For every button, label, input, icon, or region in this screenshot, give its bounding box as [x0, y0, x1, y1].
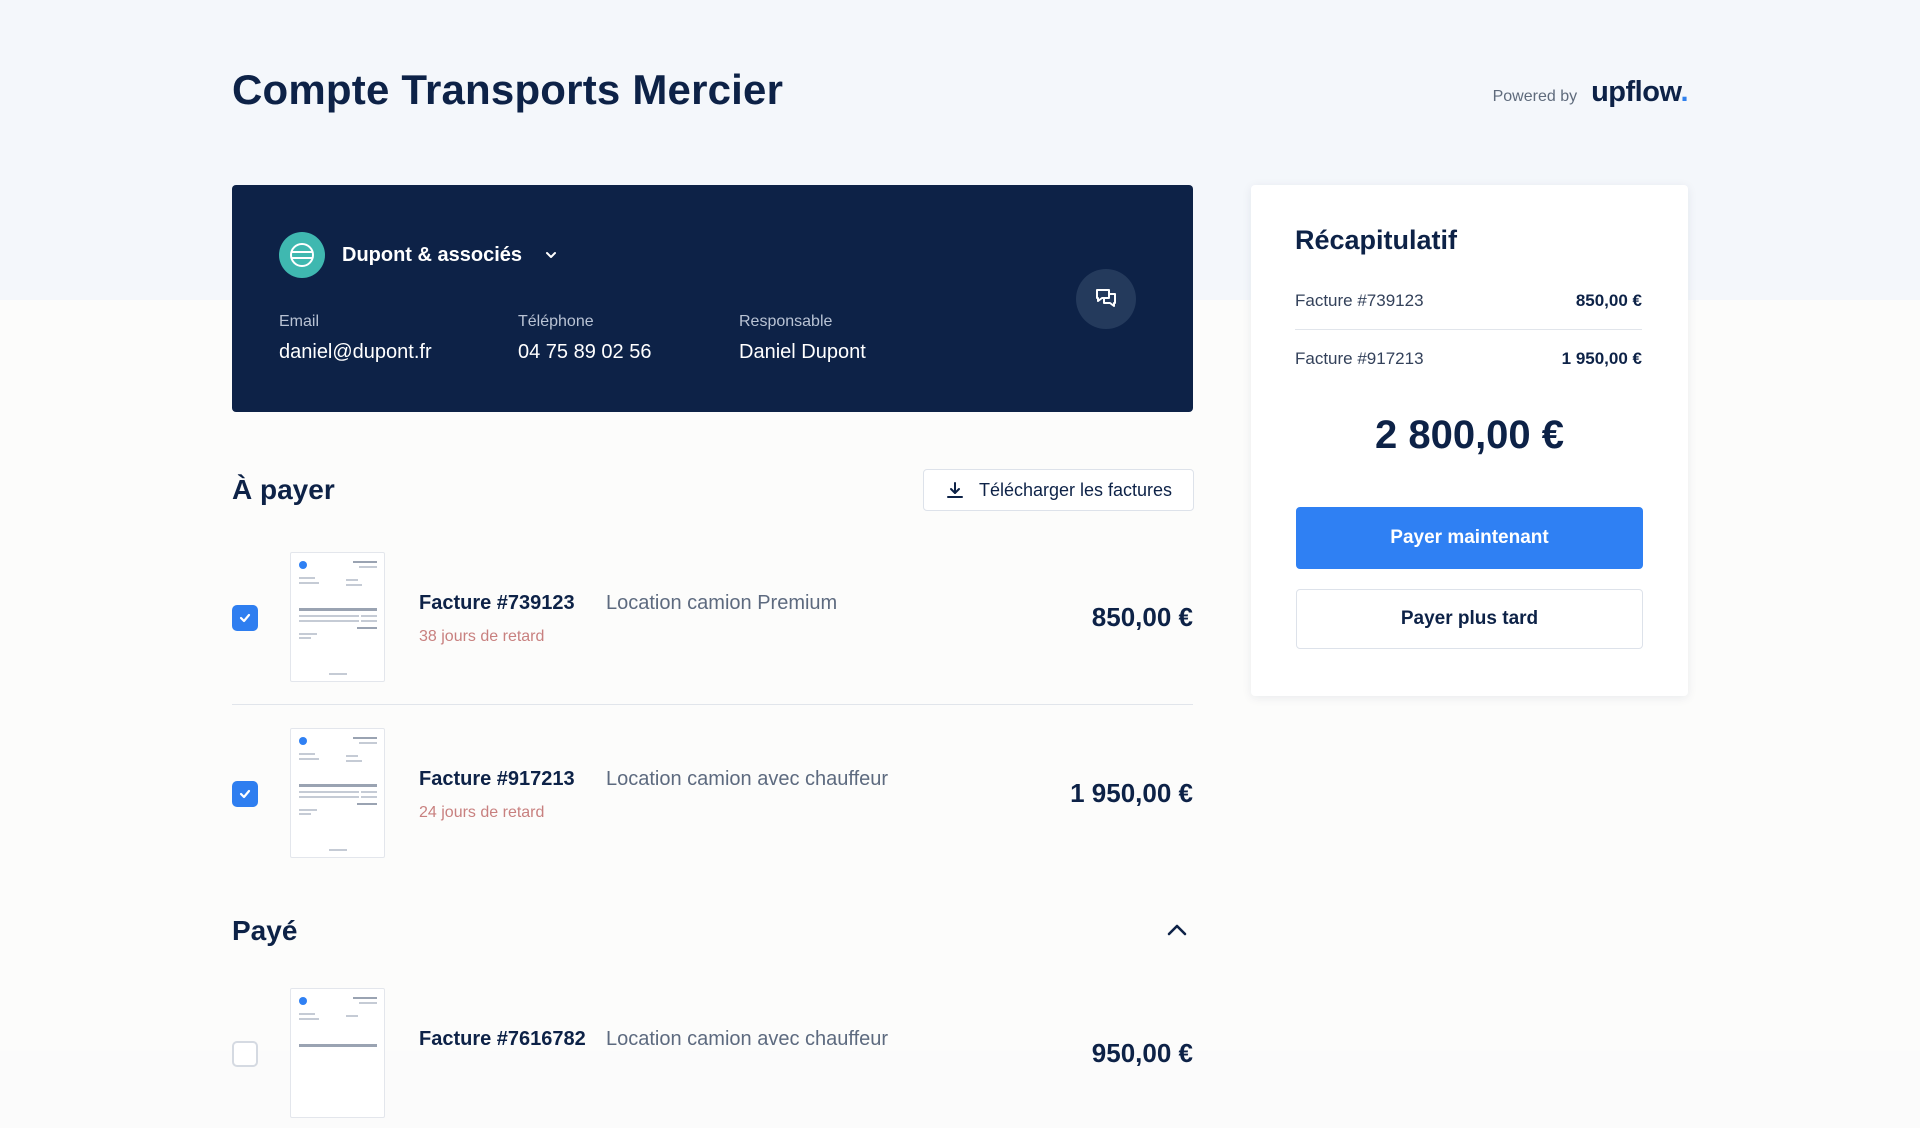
contact-manager: Responsable Daniel Dupont	[739, 313, 866, 364]
invoice-thumbnail[interactable]	[290, 728, 385, 858]
contact-label: Responsable	[739, 313, 833, 330]
summary-line-amount: 1 950,00 €	[1561, 349, 1642, 368]
summary-line-amount: 850,00 €	[1575, 291, 1642, 310]
chat-bubbles-icon	[1096, 289, 1116, 307]
page-title: Compte Transports Mercier	[232, 66, 784, 113]
upflow-logo[interactable]: upflow.	[1591, 76, 1688, 109]
invoice-thumbnail[interactable]	[290, 988, 385, 1118]
pay-now-button[interactable]: Payer maintenant	[1296, 507, 1643, 569]
invoice-row[interactable]: Facture #7616782 Location camion avec ch…	[232, 988, 1193, 1128]
contact-value: Daniel Dupont	[739, 341, 866, 363]
pay-later-button[interactable]: Payer plus tard	[1296, 589, 1643, 649]
invoice-late-status: 38 jours de retard	[419, 628, 545, 645]
invoice-document-icon	[299, 561, 377, 675]
contact-label: Téléphone	[518, 313, 594, 330]
invoice-document-icon	[299, 737, 377, 851]
download-icon	[946, 482, 963, 498]
invoice-amount: 950,00 €	[1091, 1038, 1193, 1068]
collapse-paid-button[interactable]	[1163, 918, 1191, 942]
contact-value: 04 75 89 02 56	[518, 341, 652, 363]
section-title-paid: Payé	[232, 915, 298, 946]
checkmark-icon	[239, 613, 251, 623]
invoice-number[interactable]: Facture #917213	[419, 768, 575, 791]
invoice-thumbnail[interactable]	[290, 552, 385, 682]
row-divider	[232, 704, 1193, 705]
powered-by-label: Powered by	[1492, 88, 1578, 105]
contact-phone: Téléphone 04 75 89 02 56	[518, 313, 651, 364]
summary-card: Récapitulatif Facture #739123 850,00 € F…	[1251, 185, 1688, 696]
chat-button[interactable]	[1076, 269, 1136, 329]
invoice-number[interactable]: Facture #7616782	[419, 1028, 586, 1051]
summary-line: Facture #739123 850,00 €	[1295, 291, 1642, 311]
summary-divider	[1295, 329, 1642, 330]
invoice-row[interactable]: Facture #917213 Location camion avec cha…	[232, 728, 1193, 868]
invoice-document-icon	[299, 997, 377, 1047]
invoice-amount: 850,00 €	[1091, 602, 1193, 632]
account-card: Dupont & associés Email daniel@dupont.fr…	[232, 185, 1193, 412]
page: Compte Transports Mercier Powered by upf…	[0, 0, 1920, 1118]
summary-line-label: Facture #917213	[1295, 349, 1424, 368]
invoice-late-status: 24 jours de retard	[419, 804, 545, 821]
upflow-logo-text: upflow	[1591, 76, 1681, 108]
invoice-checkbox[interactable]	[232, 605, 258, 631]
invoice-description: Location camion Premium	[606, 592, 838, 614]
company-selector[interactable]: Dupont & associés	[279, 232, 559, 278]
company-name: Dupont & associés	[342, 243, 523, 266]
contact-email: Email daniel@dupont.fr	[279, 313, 432, 364]
globe-icon	[279, 232, 325, 278]
invoice-number[interactable]: Facture #739123	[419, 592, 575, 615]
download-invoices-button[interactable]: Télécharger les factures	[923, 469, 1194, 511]
summary-line-label: Facture #739123	[1295, 291, 1424, 310]
summary-total: 2 800,00 €	[1374, 413, 1565, 457]
download-invoices-label: Télécharger les factures	[978, 479, 1173, 500]
contact-value: daniel@dupont.fr	[279, 341, 432, 363]
chevron-up-icon	[1167, 924, 1187, 936]
summary-line: Facture #917213 1 950,00 €	[1295, 349, 1642, 369]
summary-title: Récapitulatif	[1295, 225, 1458, 255]
powered-by: Powered by upflow.	[1492, 76, 1689, 109]
chevron-down-icon[interactable]	[543, 247, 559, 263]
invoice-description: Location camion avec chauffeur	[606, 1028, 889, 1050]
upflow-logo-dot: .	[1680, 76, 1688, 108]
invoice-amount: 1 950,00 €	[1070, 778, 1193, 808]
contact-label: Email	[279, 313, 320, 330]
invoice-row[interactable]: Facture #739123 Location camion Premium …	[232, 552, 1193, 692]
invoice-description: Location camion avec chauffeur	[606, 768, 889, 790]
checkmark-icon	[239, 789, 251, 799]
section-title-to-pay: À payer	[232, 474, 335, 505]
invoice-checkbox[interactable]	[232, 1041, 258, 1067]
invoice-checkbox[interactable]	[232, 781, 258, 807]
